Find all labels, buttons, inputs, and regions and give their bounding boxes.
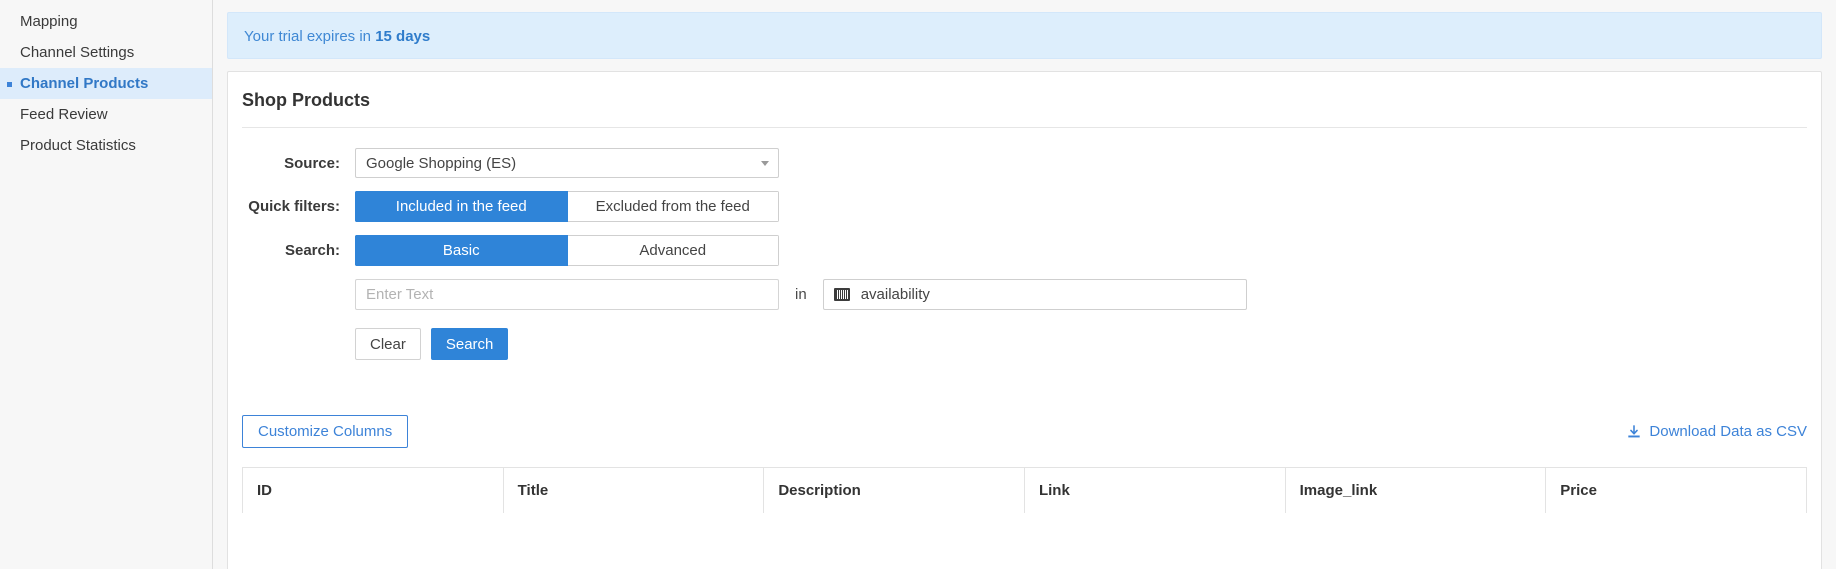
sidebar: Mapping Channel Settings Channel Product… [0,0,213,569]
download-csv-link[interactable]: Download Data as CSV [1627,423,1807,440]
search-mode-advanced-button[interactable]: Advanced [567,235,779,266]
table-toolbar: Customize Columns Download Data as CSV [242,415,1807,448]
customize-columns-button[interactable]: Customize Columns [242,415,409,448]
source-row: Source: Google Shopping (ES) [242,148,1807,178]
quick-filters-row: Quick filters: Included in the feed Excl… [242,191,1807,222]
page-title: Shop Products [242,72,1807,128]
column-header-title[interactable]: Title [502,467,765,513]
trial-banner-prefix: Your trial expires in [244,28,376,45]
column-header-link[interactable]: Link [1023,467,1286,513]
form-actions: Clear Search [355,328,1807,360]
product-filter-form: Source: Google Shopping (ES) Quick filte… [242,128,1807,360]
products-table: ID Title Description Link Image_link Pri… [242,467,1807,513]
sidebar-item-channel-settings[interactable]: Channel Settings [0,37,212,68]
app-root: Mapping Channel Settings Channel Product… [0,0,1836,569]
column-header-description[interactable]: Description [763,467,1025,513]
source-label: Source: [284,154,340,172]
sidebar-item-label: Mapping [20,13,78,30]
shop-products-panel: Shop Products Source: Google Shopping (E… [227,71,1822,569]
search-field-select[interactable]: availability [822,279,1247,310]
search-query-row: in availability [242,279,1807,310]
trial-expiry-banner: Your trial expires in 15 days [227,12,1822,59]
search-mode-basic-button[interactable]: Basic [355,235,568,266]
source-select[interactable]: Google Shopping (ES) [355,148,779,178]
sidebar-item-label: Product Statistics [20,137,136,154]
quick-filter-excluded-button[interactable]: Excluded from the feed [567,191,779,222]
quick-filters-label: Quick filters: [248,198,340,215]
column-header-price[interactable]: Price [1545,467,1807,513]
active-bullet-icon [7,82,12,87]
column-header-id[interactable]: ID [242,467,504,513]
sidebar-item-feed-review[interactable]: Feed Review [0,99,212,130]
quick-filter-included-button[interactable]: Included in the feed [355,191,568,222]
download-csv-label: Download Data as CSV [1649,423,1807,440]
search-input[interactable] [355,279,779,310]
sidebar-item-channel-products[interactable]: Channel Products [0,68,212,99]
search-mode-toggle-group: Basic Advanced [355,235,779,266]
source-select-value: Google Shopping (ES) [366,154,517,172]
column-header-image-link[interactable]: Image_link [1284,467,1547,513]
sidebar-item-label: Channel Products [20,75,149,92]
main-content: Your trial expires in 15 days Shop Produ… [213,0,1836,569]
trial-banner-days: 15 days [375,28,431,45]
in-label: in [795,286,807,303]
sidebar-item-label: Feed Review [20,106,108,123]
search-button[interactable]: Search [430,328,509,360]
download-icon [1627,424,1641,439]
search-mode-label: Search: [284,242,340,259]
sidebar-item-product-statistics[interactable]: Product Statistics [0,130,212,161]
chevron-down-icon [761,161,769,166]
search-field-value: availability [860,286,930,303]
sidebar-item-label: Channel Settings [20,44,135,61]
products-table-head: ID Title Description Link Image_link Pri… [242,467,1807,513]
clear-button[interactable]: Clear [355,328,421,360]
sidebar-item-mapping[interactable]: Mapping [0,6,212,37]
barcode-icon [833,288,850,301]
quick-filters-toggle-group: Included in the feed Excluded from the f… [355,191,779,222]
table-header-row: ID Title Description Link Image_link Pri… [242,467,1807,513]
search-mode-row: Search: Basic Advanced [242,235,1807,266]
